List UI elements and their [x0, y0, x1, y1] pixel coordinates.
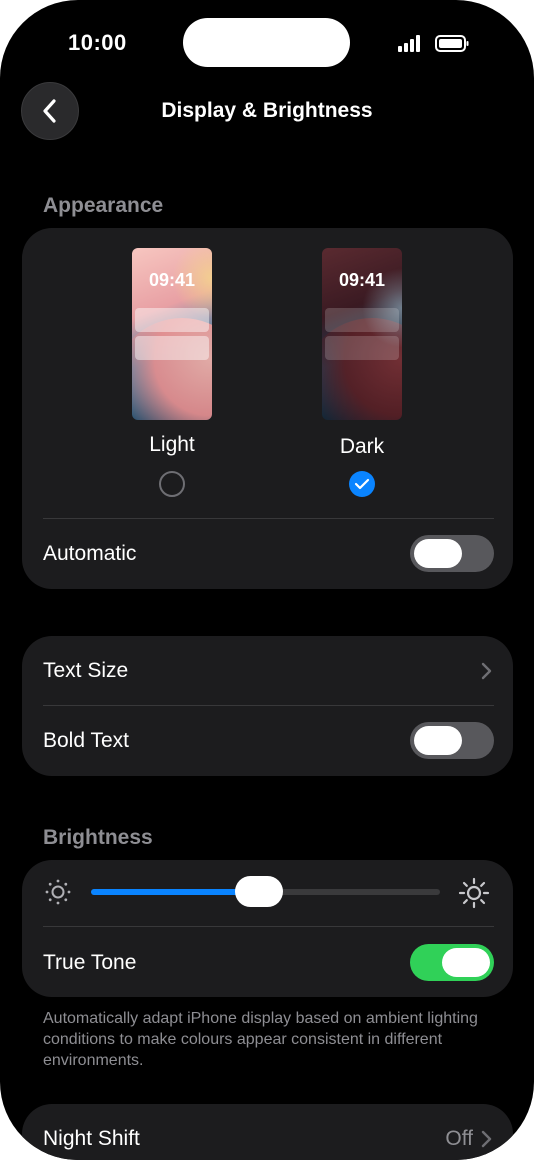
cellular-signal-icon	[398, 35, 420, 52]
automatic-label: Automatic	[43, 542, 137, 565]
preview-widget	[135, 336, 209, 360]
divider	[43, 518, 494, 519]
true-tone-label: True Tone	[43, 951, 137, 974]
brightness-slider[interactable]	[91, 876, 440, 907]
divider	[43, 705, 494, 706]
divider	[43, 926, 494, 927]
toggle-knob	[414, 726, 462, 755]
brightness-header: Brightness	[43, 826, 153, 849]
dark-mode-preview[interactable]: 09:41	[322, 248, 402, 420]
battery-icon	[435, 35, 469, 52]
brightness-card: True Tone	[22, 860, 513, 997]
chevron-right-icon	[481, 1130, 492, 1148]
true-tone-footnote: Automatically adapt iPhone display based…	[43, 1010, 478, 1069]
light-radio[interactable]	[159, 471, 185, 497]
appearance-card: 09:41 09:41 Light Dark Automatic	[22, 228, 513, 589]
status-icons	[398, 35, 469, 52]
light-mode-preview[interactable]: 09:41	[132, 248, 212, 420]
true-tone-toggle[interactable]	[410, 944, 494, 981]
preview-clock: 09:41	[148, 270, 196, 290]
status-time: 10:00	[68, 30, 127, 55]
preview-widget	[325, 336, 399, 360]
night-shift-value: Off	[445, 1127, 473, 1150]
night-shift-label: Night Shift	[43, 1127, 140, 1150]
text-card: Text Size Bold Text	[22, 636, 513, 776]
page-title: Display & Brightness	[161, 99, 373, 122]
sun-large-icon	[458, 877, 490, 909]
brightness-fill	[91, 889, 259, 895]
preview-widget	[135, 308, 209, 332]
bold-text-toggle[interactable]	[410, 722, 494, 759]
dynamic-island	[183, 18, 350, 67]
checkmark-icon	[354, 478, 370, 490]
preview-widget	[325, 308, 399, 332]
automatic-toggle[interactable]	[410, 535, 494, 572]
dark-label: Dark	[339, 435, 385, 458]
wallpaper-shape	[132, 318, 212, 420]
brightness-thumb[interactable]	[234, 876, 283, 907]
toggle-knob	[442, 948, 490, 977]
night-shift-card[interactable]: Night Shift Off	[22, 1104, 513, 1160]
text-size-row[interactable]: Text Size	[43, 659, 128, 683]
appearance-header: Appearance	[43, 194, 164, 217]
bold-text-label: Bold Text	[43, 729, 129, 752]
dark-radio[interactable]	[349, 471, 375, 497]
sun-small-icon	[45, 879, 71, 905]
toggle-knob	[414, 539, 462, 568]
phone-screen: 10:00 Display & Brightness Appearance 09…	[0, 0, 534, 1160]
preview-clock: 09:41	[338, 270, 386, 290]
chevron-right-icon	[481, 662, 492, 680]
light-label: Light	[149, 433, 195, 456]
